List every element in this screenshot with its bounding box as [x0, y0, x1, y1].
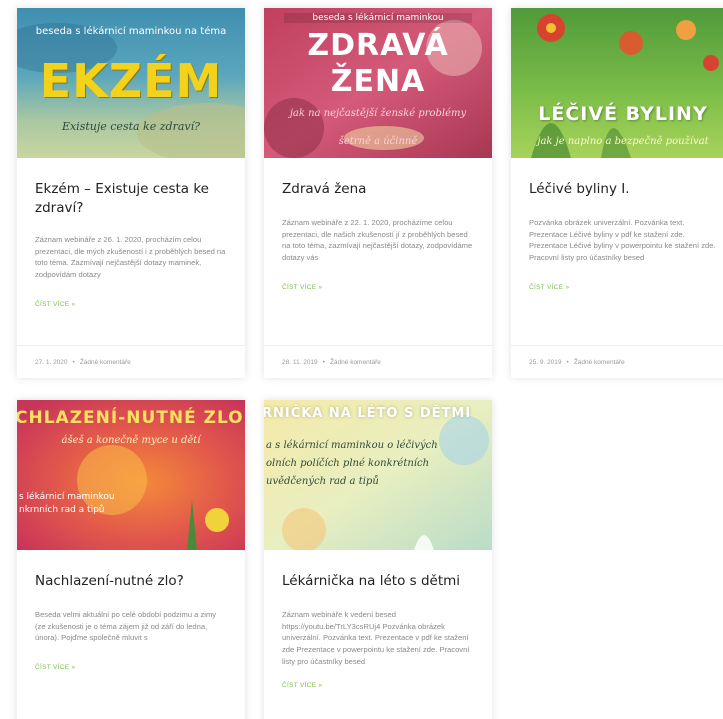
post-image-lecive-byliny[interactable]: LÉČIVÉ BYLINY jak je naplno a bezpečně p… — [511, 8, 723, 158]
post-title[interactable]: Léčivé byliny I. — [529, 180, 717, 199]
read-more-link[interactable]: ČÍST VÍCE » — [282, 284, 474, 291]
post-date: 28. 11. 2019 — [282, 358, 318, 366]
post-comments-link[interactable]: Žádné komentáře — [574, 359, 625, 366]
image-tagline-2: olních políčích plné konkrétních — [266, 458, 430, 469]
image-subtitle-2: nkrnních rad a tipů — [19, 505, 105, 515]
post-image-ekzem[interactable]: beseda s lékárnicí maminkou na téma EKZÉ… — [17, 8, 245, 158]
image-headline: EKZÉM — [39, 54, 223, 108]
image-headline-1: ZDRAVÁ — [307, 28, 449, 63]
post-comments-link[interactable]: Žádné komentáře — [330, 359, 381, 366]
post-image-lekarnicka[interactable]: RNIČKA NA LÉTO S DĚTMI a s lékárnicí mam… — [264, 400, 492, 550]
meta-separator: • — [72, 358, 75, 366]
post-card-lecive-byliny: LÉČIVÉ BYLINY jak je naplno a bezpečně p… — [511, 8, 723, 378]
post-meta: 27. 1. 2020 • Žádné komentáře — [17, 345, 245, 378]
image-tagline-3: uvědčených rad a tipů — [266, 476, 379, 487]
post-date: 25. 9. 2019 — [529, 358, 562, 366]
lekarnicka-background-illustration — [264, 400, 492, 550]
image-tagline: ášeš a konečně myce u dětí — [61, 435, 201, 446]
image-subtitle: beseda s lékárnicí maminkou — [284, 13, 472, 23]
post-excerpt: Beseda velmi aktuální po celé období pod… — [35, 609, 217, 643]
post-title[interactable]: Zdravá žena — [282, 180, 474, 199]
meta-separator: • — [322, 358, 325, 366]
post-card-nachlazeni: CHLAZENÍ-NUTNÉ ZLO ášeš a konečně myce u… — [17, 400, 245, 719]
meta-separator: • — [566, 358, 569, 366]
image-headline: LÉČIVÉ BYLINY — [538, 103, 708, 125]
image-headline-2: ŽENA — [330, 64, 426, 99]
read-more-link[interactable]: ČÍST VÍCE » — [35, 301, 227, 308]
post-date: 27. 1. 2020 — [35, 358, 68, 366]
image-tagline: a s lékárnicí maminkou o léčivých — [266, 440, 438, 451]
post-meta: 28. 11. 2019 • Žádné komentáře — [264, 345, 492, 378]
post-card-lekarnicka: RNIČKA NA LÉTO S DĚTMI a s lékárnicí mam… — [264, 400, 492, 719]
post-excerpt: Záznam webináře k vedení besed https://y… — [282, 609, 470, 666]
post-card-ekzem: beseda s lékárnicí maminkou na téma EKZÉ… — [17, 8, 245, 378]
post-image-zdrava-zena[interactable]: beseda s lékárnicí maminkou ZDRAVÁ ŽENA … — [264, 8, 492, 158]
post-excerpt: Záznam webináře z 26. 1. 2020, procházím… — [35, 234, 226, 280]
post-comments-link[interactable]: Žádné komentáře — [80, 359, 131, 366]
image-headline: RNIČKA NA LÉTO S DĚTMI — [264, 406, 472, 421]
post-meta: 25. 9. 2019 • Žádné komentáře — [511, 345, 723, 378]
read-more-link[interactable]: ČÍST VÍCE » — [282, 682, 474, 689]
post-excerpt: Pozvánka obrázek univerzální. Pozvánka t… — [529, 217, 716, 263]
post-title[interactable]: Nachlazení-nutné zlo? — [35, 572, 227, 591]
post-title[interactable]: Ekzém – Existuje cesta ke zdraví? — [35, 180, 227, 218]
image-subtitle: beseda s lékárnicí maminkou na téma — [35, 26, 227, 37]
image-tagline-2: šetrně a účinně — [338, 136, 418, 147]
post-excerpt: Záznam webináře z 22. 1. 2020, procházím… — [282, 217, 473, 263]
read-more-link[interactable]: ČÍST VÍCE » — [35, 664, 227, 671]
post-image-nachlazeni[interactable]: CHLAZENÍ-NUTNÉ ZLO ášeš a konečně myce u… — [17, 400, 245, 550]
image-headline: CHLAZENÍ-NUTNÉ ZLO — [17, 408, 244, 428]
post-card-zdrava-zena: beseda s lékárnicí maminkou ZDRAVÁ ŽENA … — [264, 8, 492, 378]
image-tagline: Existuje cesta ke zdraví? — [61, 120, 201, 133]
image-tagline: jak na nejčastější ženské problémy — [289, 108, 467, 119]
image-subtitle: s lékárnicí maminkou — [19, 492, 115, 502]
image-tagline: jak je naplno a bezpečně používat — [537, 136, 709, 147]
read-more-link[interactable]: ČÍST VÍCE » — [529, 284, 717, 291]
post-title[interactable]: Lékárnička na léto s dětmi — [282, 572, 474, 591]
